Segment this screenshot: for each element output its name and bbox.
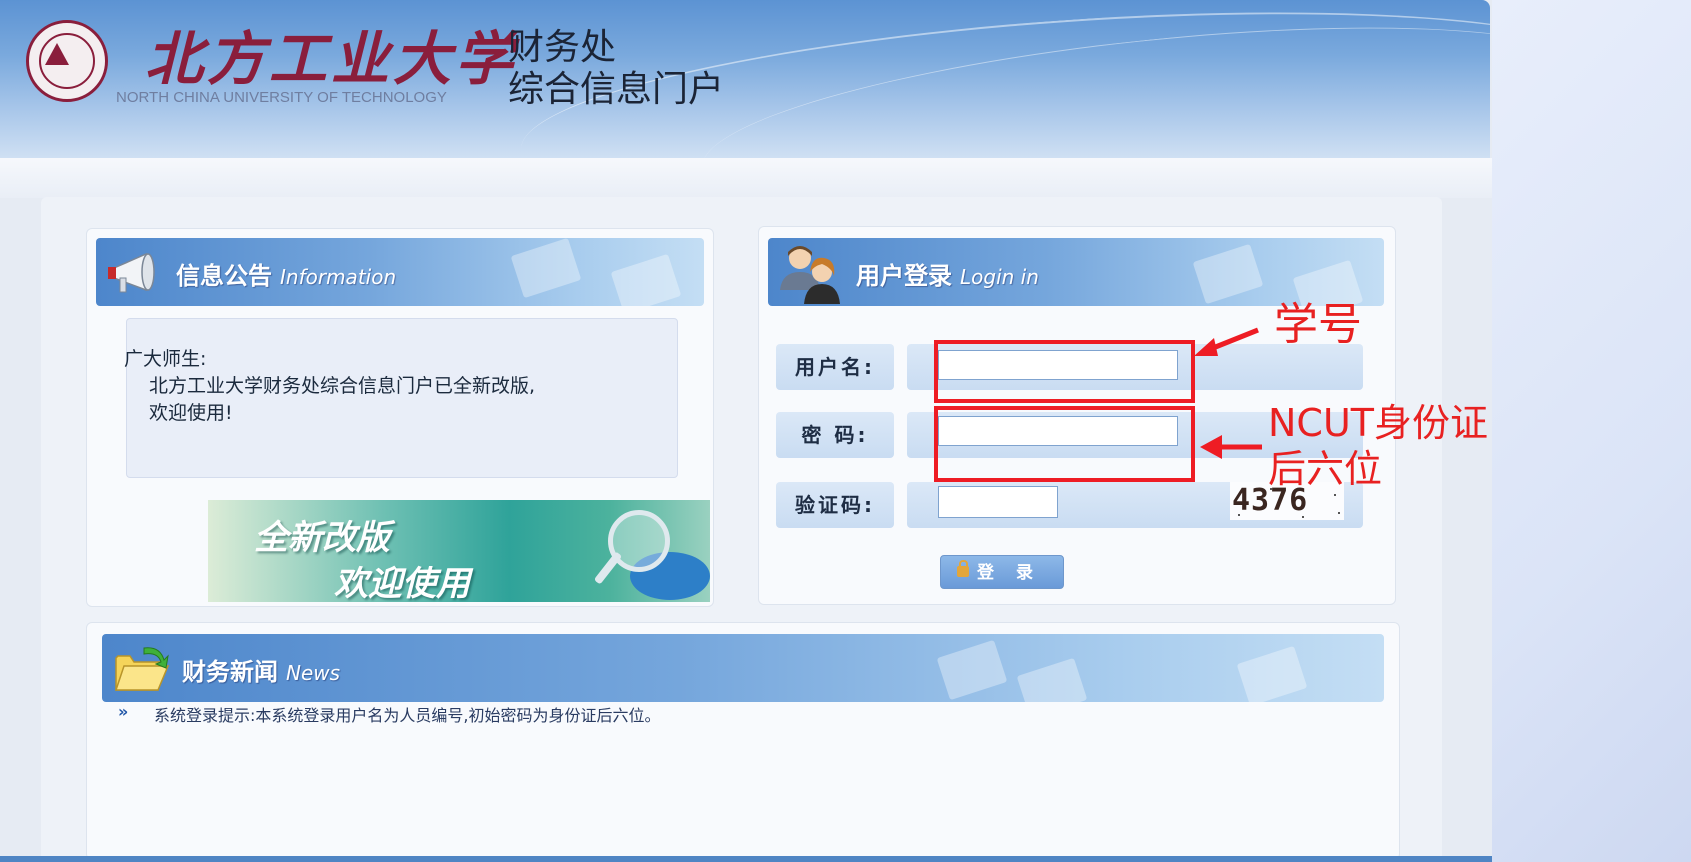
news-title-cn: 财务新闻 xyxy=(182,658,278,686)
announcement-greeting: 广大师生: xyxy=(124,348,207,370)
magnifier-icon xyxy=(608,510,670,572)
news-panel-title: 财务新闻 News xyxy=(182,652,340,687)
portal-title-line2: 综合信息门户 xyxy=(508,69,725,110)
captcha-noise xyxy=(1302,516,1304,518)
site-header: 北方工业大学 NORTH CHINA UNIVERSITY OF TECHNOL… xyxy=(0,0,1490,158)
annotation-password-note: 后六位 xyxy=(1268,447,1383,491)
username-label: 用户名: xyxy=(776,344,894,390)
news-item-link[interactable]: 系统登录提示:本系统登录用户名为人员编号,初始密码为身份证后六位。 xyxy=(154,702,660,726)
university-name-en: NORTH CHINA UNIVERSITY OF TECHNOLOGY xyxy=(116,89,447,106)
users-icon xyxy=(780,246,840,304)
password-label: 密 码: xyxy=(776,412,894,458)
captcha-noise xyxy=(1338,512,1340,514)
promo-banner: 全新改版 欢迎使用 xyxy=(208,500,710,602)
banner-line2: 欢迎使用 xyxy=(334,564,470,602)
captcha-label: 验证码: xyxy=(776,482,894,528)
footer-bar xyxy=(0,856,1492,862)
info-title-cn: 信息公告 xyxy=(176,262,272,290)
university-emblem-icon xyxy=(26,20,108,102)
news-title-en: News xyxy=(286,661,341,685)
header-decoration xyxy=(936,639,1008,701)
annotation-arrow-icon xyxy=(1200,435,1262,459)
news-panel-header: 财务新闻 News xyxy=(102,634,1384,702)
magnifier-handle xyxy=(593,551,623,585)
login-title-cn: 用户登录 xyxy=(856,262,952,290)
header-decoration xyxy=(510,238,582,299)
header-decoration xyxy=(610,253,682,306)
info-title-en: Information xyxy=(280,265,397,289)
news-bullet-icon: » xyxy=(118,702,129,721)
header-decoration xyxy=(1236,645,1308,702)
emblem-mountain-icon xyxy=(45,43,69,65)
annotation-arrow-icon xyxy=(1194,327,1259,356)
announcement-line: 欢迎使用! xyxy=(149,402,233,424)
captcha-input[interactable] xyxy=(938,486,1058,518)
login-panel-title: 用户登录 Login in xyxy=(856,256,1039,291)
page-main: 北方工业大学 NORTH CHINA UNIVERSITY OF TECHNOL… xyxy=(0,0,1492,862)
info-panel-title: 信息公告 Information xyxy=(176,256,396,291)
banner-line1: 全新改版 xyxy=(254,518,390,558)
annotation-username-note: 学号 xyxy=(1274,299,1362,350)
info-panel-header: 信息公告 Information xyxy=(96,238,704,306)
login-title-en: Login in xyxy=(960,265,1039,289)
right-background xyxy=(1492,0,1691,862)
header-decoration xyxy=(1016,657,1088,702)
captcha-noise xyxy=(1238,514,1240,516)
header-band xyxy=(0,158,1492,198)
folder-icon xyxy=(114,647,170,691)
annotation-box-password xyxy=(934,406,1195,482)
university-name-cn: 北方工业大学 xyxy=(145,25,518,93)
annotation-box-username xyxy=(934,340,1195,403)
captcha-noise xyxy=(1334,494,1336,496)
lock-icon xyxy=(957,560,969,577)
megaphone-icon xyxy=(108,252,155,293)
announcement-line: 北方工业大学财务处综合信息门户已全新改版, xyxy=(149,375,536,397)
login-button[interactable]: 登 录 xyxy=(940,555,1064,589)
header-decoration xyxy=(1192,243,1264,305)
login-button-label: 登 录 xyxy=(977,563,1041,583)
